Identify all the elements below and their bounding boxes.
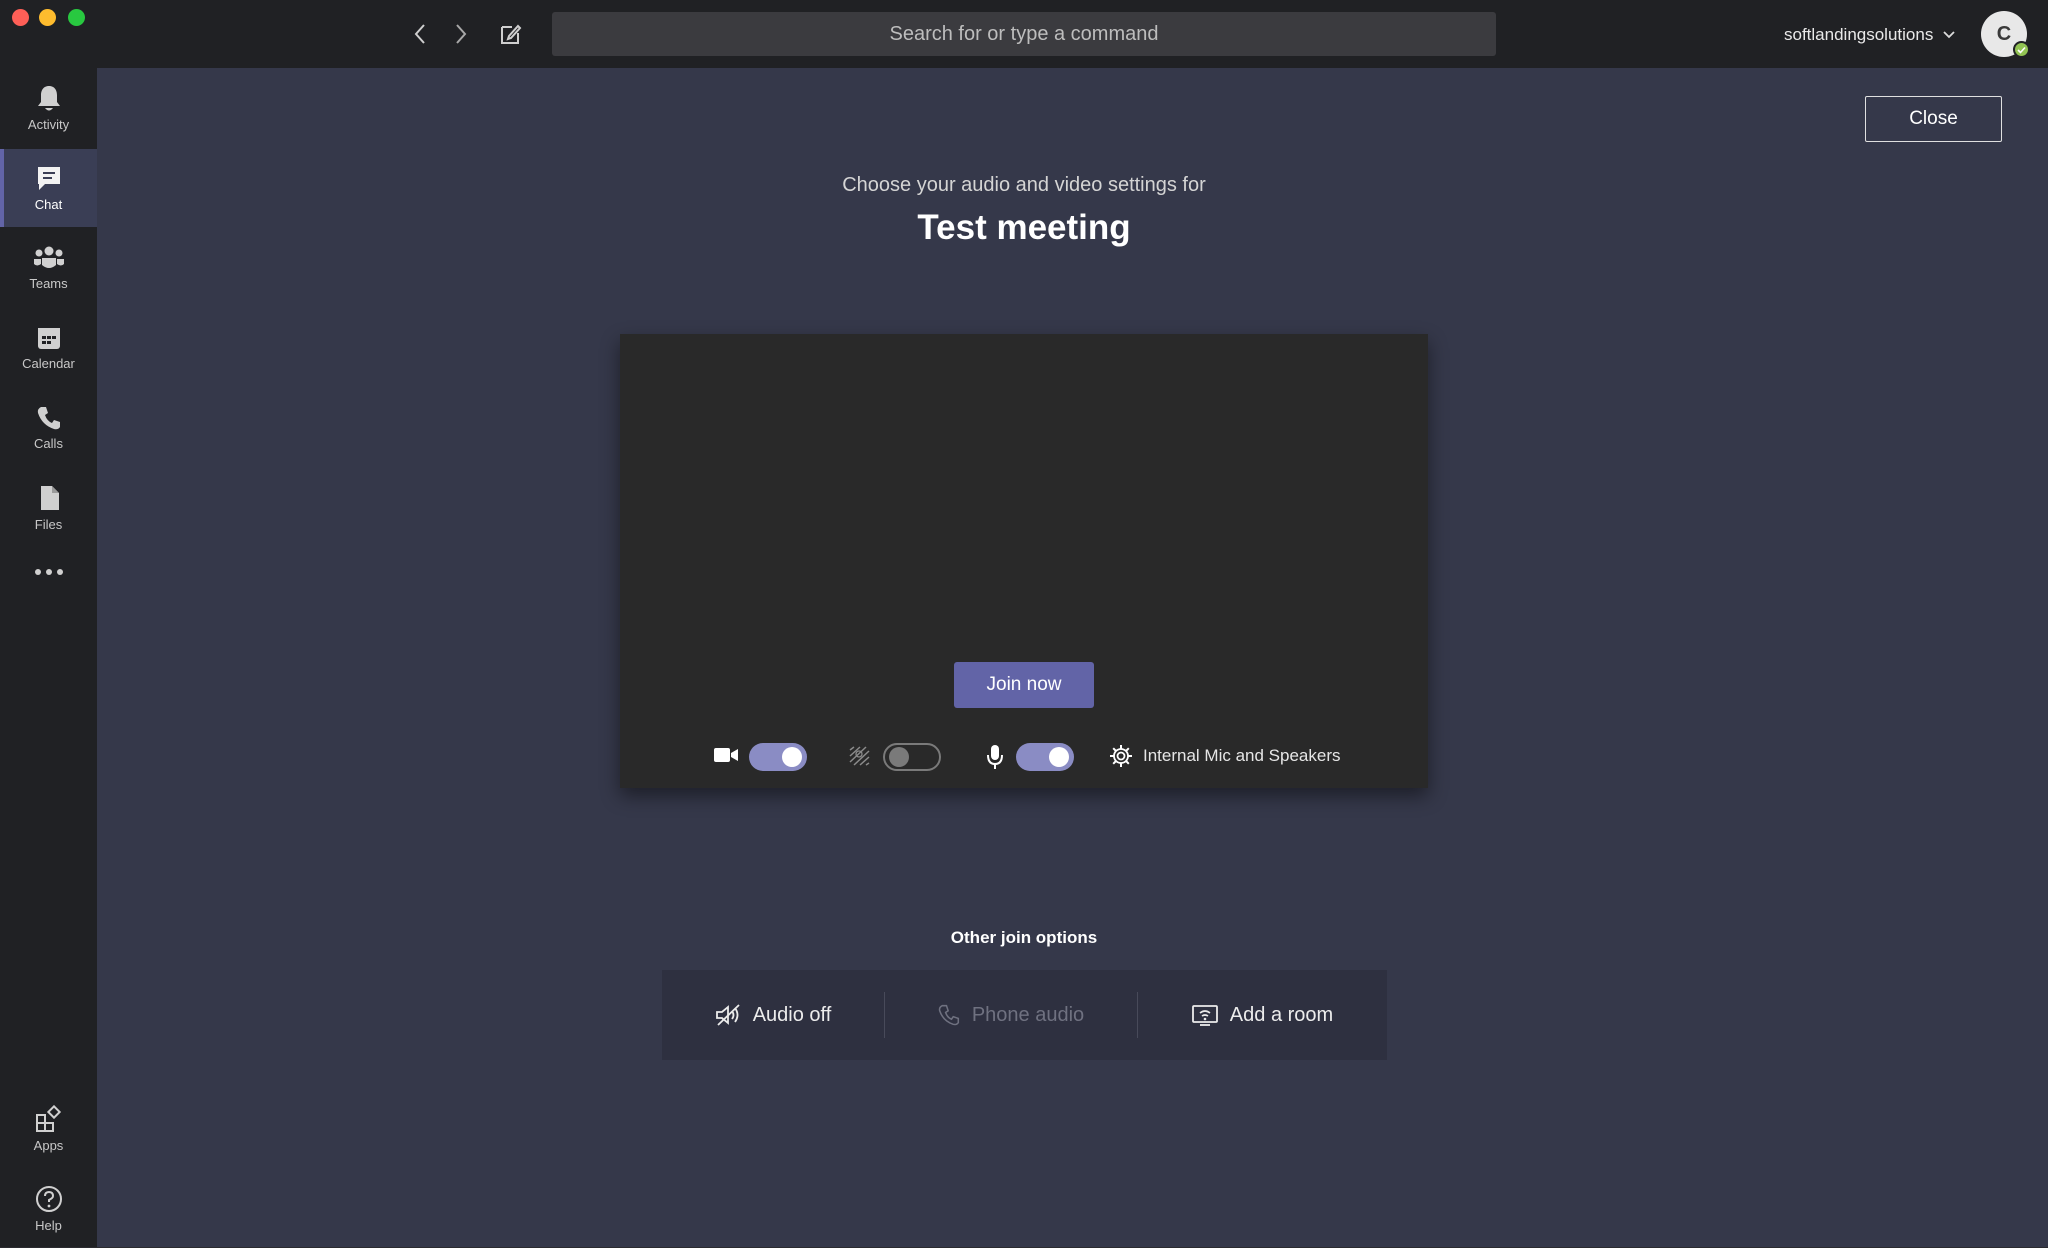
rail-item-activity[interactable]: Activity <box>0 69 97 147</box>
rail-item-label: Apps <box>33 1138 64 1153</box>
rail-item-chat[interactable]: Chat <box>0 149 97 227</box>
chat-icon <box>37 167 60 190</box>
more-dots-icon <box>34 569 63 575</box>
phone-icon <box>938 1004 959 1026</box>
device-settings-button[interactable] <box>1109 744 1133 768</box>
other-join-options-title: Other join options <box>950 928 1098 947</box>
close-button[interactable]: Close <box>1865 96 2002 142</box>
cast-room-icon <box>1191 1005 1218 1026</box>
apps-icon <box>35 1105 61 1132</box>
rail-item-files[interactable]: Files <box>0 469 97 547</box>
camera-toggle[interactable] <box>749 743 807 771</box>
rail-item-label: Calls <box>34 436 63 451</box>
background-blur-toggle[interactable] <box>883 743 941 771</box>
forward-button[interactable] <box>446 19 476 49</box>
speaker-off-icon <box>715 1004 740 1026</box>
gear-icon <box>1110 745 1132 767</box>
video-preview-panel: Join now Internal Mic and Speakers <box>620 334 1428 788</box>
rail-item-label: Chat <box>34 197 63 212</box>
teams-window: softlandingsolutions C Activity Chat <box>0 0 2048 1247</box>
option-label: Audio off <box>752 1003 832 1026</box>
chevron-left-icon <box>414 24 425 44</box>
settings-subtitle: Choose your audio and video settings for <box>842 174 1206 196</box>
minimize-window-button[interactable] <box>39 9 56 26</box>
background-blur-icon <box>848 746 870 766</box>
camera-icon <box>713 746 739 764</box>
bell-icon <box>37 86 60 111</box>
chevron-right-icon <box>456 24 467 44</box>
org-switcher[interactable]: softlandingsolutions <box>1784 22 1955 48</box>
compose-icon <box>501 24 522 44</box>
presence-available-badge <box>2013 41 2030 58</box>
toggle-knob <box>782 747 802 767</box>
rail-item-calendar[interactable]: Calendar <box>0 309 97 387</box>
other-join-options: Audio off Phone audio Add a room <box>662 970 1387 1060</box>
file-icon <box>40 486 59 510</box>
rail-item-label: Files <box>34 517 63 532</box>
app-rail: Activity Chat Teams Calendar Calls Files… <box>0 68 97 1247</box>
org-name: softlandingsolutions <box>1784 25 1934 44</box>
join-now-button[interactable]: Join now <box>954 662 1094 708</box>
toggle-knob <box>889 747 909 767</box>
title-bar: softlandingsolutions C <box>0 0 2048 68</box>
toggle-knob <box>1049 747 1069 767</box>
close-window-button[interactable] <box>12 9 29 26</box>
search-input[interactable] <box>552 12 1496 56</box>
device-controls: Internal Mic and Speakers <box>620 734 1428 778</box>
more-apps-button[interactable] <box>0 547 97 597</box>
rail-item-teams[interactable]: Teams <box>0 229 97 307</box>
avatar-initial: C <box>1996 22 2012 45</box>
option-label: Phone audio <box>971 1003 1085 1026</box>
audio-off-option[interactable]: Audio off <box>662 970 884 1060</box>
phone-audio-option: Phone audio <box>885 970 1137 1060</box>
meeting-title: Test meeting <box>917 208 1131 247</box>
add-a-room-option[interactable]: Add a room <box>1138 970 1387 1060</box>
calendar-icon <box>37 328 60 349</box>
rail-item-label: Activity <box>27 117 70 132</box>
back-button[interactable] <box>405 19 435 49</box>
avatar[interactable]: C <box>1981 11 2030 58</box>
rail-item-apps[interactable]: Apps <box>0 1090 97 1168</box>
rail-item-calls[interactable]: Calls <box>0 389 97 467</box>
new-chat-button[interactable] <box>496 19 526 49</box>
teams-icon <box>33 246 64 268</box>
microphone-icon <box>986 744 1004 770</box>
phone-icon <box>37 407 60 430</box>
audio-device-label[interactable]: Internal Mic and Speakers <box>1143 746 1341 766</box>
microphone-toggle[interactable] <box>1016 743 1074 771</box>
command-search-box[interactable] <box>552 12 1496 56</box>
rail-item-label: Help <box>35 1218 62 1233</box>
option-label: Add a room <box>1229 1003 1334 1026</box>
check-icon <box>2017 46 2026 54</box>
rail-item-label: Teams <box>29 276 68 291</box>
rail-item-help[interactable]: Help <box>0 1170 97 1248</box>
zoom-window-button[interactable] <box>68 9 85 26</box>
rail-item-label: Calendar <box>22 356 75 371</box>
help-icon <box>35 1186 62 1212</box>
chevron-down-icon <box>1943 31 1955 39</box>
